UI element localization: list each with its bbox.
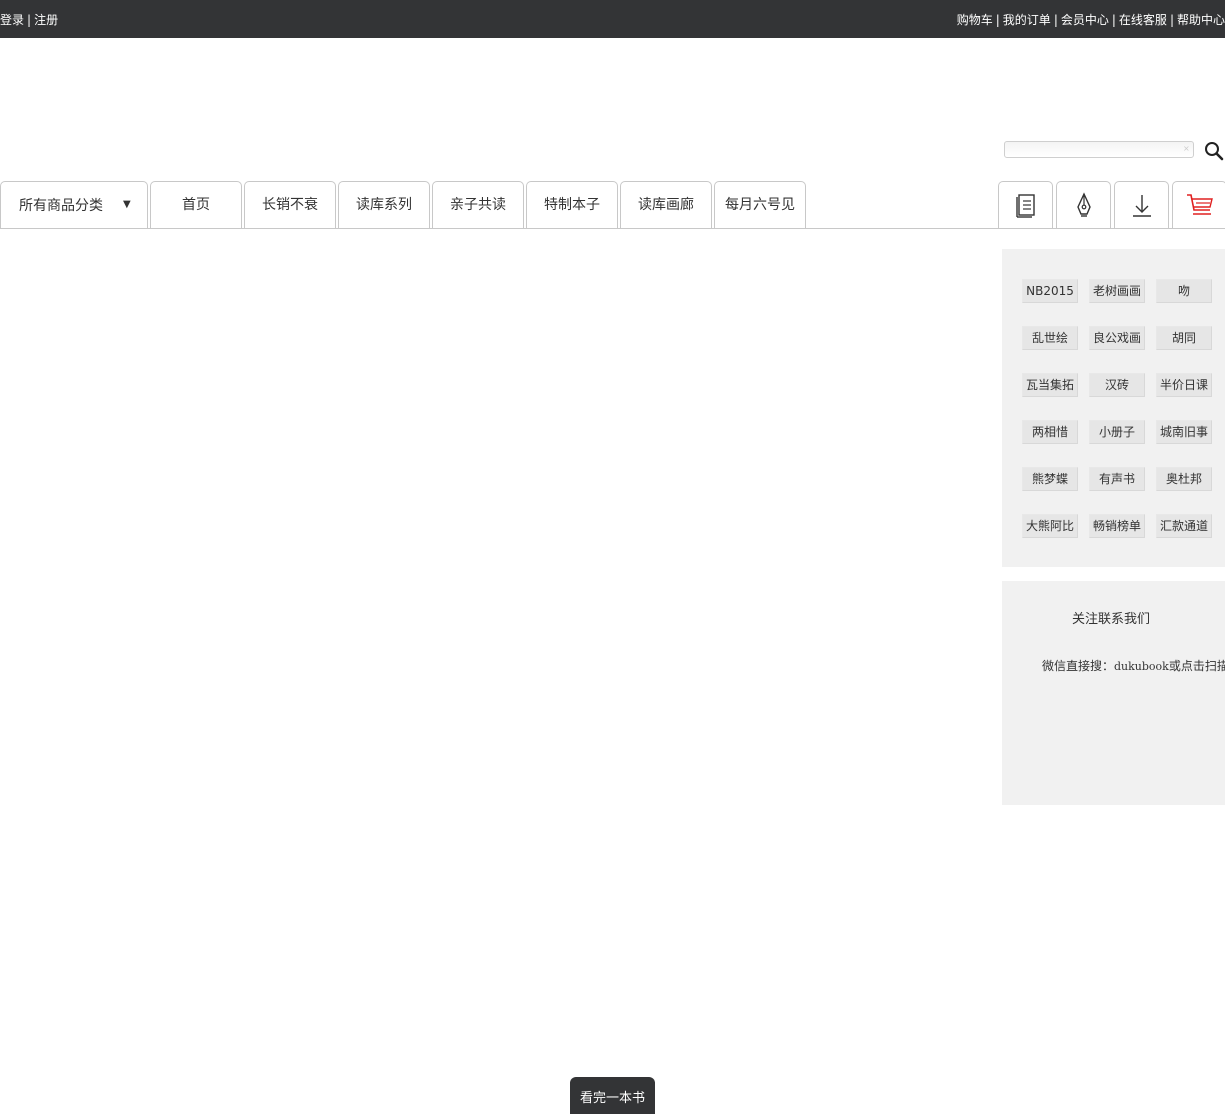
- account-links: 登录 | 注册: [0, 11, 58, 28]
- contact-panel: 关注联系我们 微信直接搜：dukubook或点击扫描二维码: [1002, 581, 1225, 805]
- my-orders-link[interactable]: 我的订单: [1003, 13, 1051, 27]
- utility-links: 购物车 | 我的订单 | 会员中心 | 在线客服 | 帮助中心: [957, 11, 1225, 28]
- separator: |: [1169, 13, 1174, 27]
- login-link[interactable]: 登录: [0, 13, 24, 27]
- tag-item[interactable]: 汉砖: [1089, 373, 1145, 397]
- cart-button[interactable]: [1172, 181, 1225, 228]
- top-bar: 登录 | 注册 购物车 | 我的订单 | 会员中心 | 在线客服 | 帮助中心: [0, 0, 1225, 38]
- write-button[interactable]: [1056, 181, 1111, 228]
- search-icon[interactable]: [1203, 140, 1225, 162]
- register-link[interactable]: 注册: [34, 13, 58, 27]
- search-input[interactable]: [1004, 141, 1194, 158]
- tag-item[interactable]: NB2015: [1022, 279, 1078, 303]
- nav-divider: [0, 228, 1225, 229]
- tag-item[interactable]: 老树画画: [1089, 279, 1145, 303]
- tag-item[interactable]: 大熊阿比: [1022, 514, 1078, 538]
- tab-family-reading[interactable]: 亲子共读: [432, 181, 524, 228]
- cart-link[interactable]: 购物车: [957, 13, 993, 27]
- tag-item[interactable]: 熊梦蝶: [1022, 467, 1078, 491]
- separator: |: [27, 13, 32, 27]
- tab-duku-series[interactable]: 读库系列: [338, 181, 430, 228]
- contact-prefix: 微信直接搜：: [1042, 659, 1115, 673]
- download-button[interactable]: [1114, 181, 1169, 228]
- tag-item[interactable]: 两相惜: [1022, 420, 1078, 444]
- separator: |: [995, 13, 1000, 27]
- tag-item[interactable]: 畅销榜单: [1089, 514, 1145, 538]
- tag-item[interactable]: 吻: [1156, 279, 1212, 303]
- tag-item[interactable]: 瓦当集拓: [1022, 373, 1078, 397]
- category-label: 所有商品分类: [19, 198, 103, 214]
- clear-icon[interactable]: ×: [1183, 145, 1190, 153]
- tag-item[interactable]: 乱世绘: [1022, 326, 1078, 350]
- tag-item[interactable]: 城南旧事: [1156, 420, 1212, 444]
- member-center-link[interactable]: 会员中心: [1061, 13, 1109, 27]
- cart-icon: [1186, 194, 1213, 215]
- download-icon: [1132, 195, 1151, 217]
- tag-item[interactable]: 奥杜邦: [1156, 467, 1212, 491]
- online-service-link[interactable]: 在线客服: [1119, 13, 1167, 27]
- tag-item[interactable]: 小册子: [1089, 420, 1145, 444]
- category-dropdown[interactable]: 所有商品分类 ▼: [0, 181, 148, 228]
- read-a-book-button[interactable]: 看完一本书: [570, 1077, 655, 1114]
- pen-icon: [1076, 192, 1091, 217]
- catalog-button[interactable]: [998, 181, 1053, 228]
- tag-item[interactable]: 有声书: [1089, 467, 1145, 491]
- contact-text: 微信直接搜：dukubook或点击扫描二维码: [1042, 657, 1225, 674]
- help-center-link[interactable]: 帮助中心: [1177, 13, 1225, 27]
- wechat-id: dukubook: [1114, 660, 1169, 673]
- tab-home[interactable]: 首页: [150, 181, 242, 228]
- qr-link[interactable]: 或点击扫描二维码: [1169, 659, 1225, 673]
- catalog-icon: [1015, 194, 1035, 218]
- tab-special-notebooks[interactable]: 特制本子: [526, 181, 618, 228]
- tag-panel: NB2015 老树画画 吻 乱世绘 良公戏画 胡同 瓦当集拓 汉砖 半价日课 两…: [1002, 249, 1225, 567]
- tag-item[interactable]: 良公戏画: [1089, 326, 1145, 350]
- tag-item[interactable]: 半价日课: [1156, 373, 1212, 397]
- tab-monthly[interactable]: 每月六号见: [714, 181, 806, 228]
- dropdown-arrow-icon: ▼: [123, 199, 131, 210]
- tab-long-sellers[interactable]: 长销不衰: [244, 181, 336, 228]
- tag-item[interactable]: 汇款通道: [1156, 514, 1212, 538]
- separator: |: [1053, 13, 1058, 27]
- contact-title: 关注联系我们: [1072, 612, 1151, 627]
- tag-item[interactable]: 胡同: [1156, 326, 1212, 350]
- tab-gallery[interactable]: 读库画廊: [620, 181, 712, 228]
- separator: |: [1111, 13, 1116, 27]
